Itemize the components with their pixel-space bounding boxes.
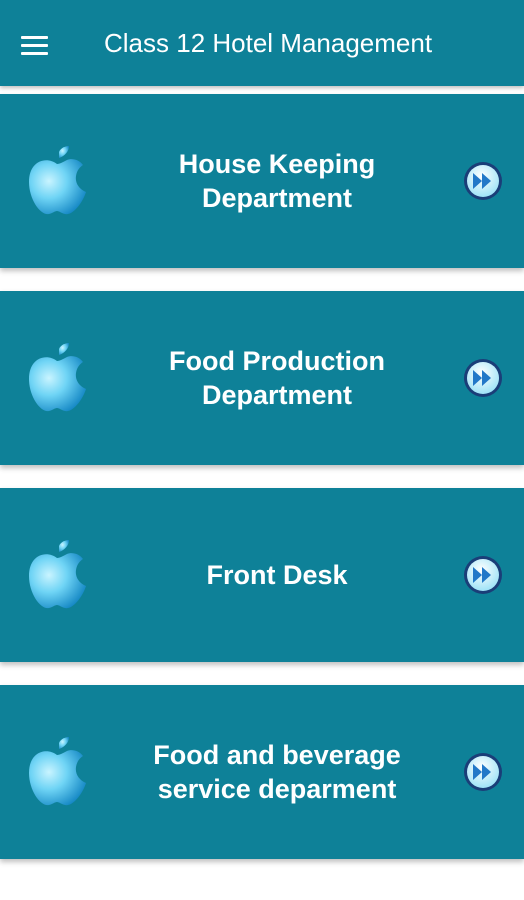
list-item-food-and-beverage[interactable]: Food and beverage service deparment bbox=[0, 685, 524, 859]
apple-icon bbox=[29, 343, 86, 412]
fast-forward-icon[interactable] bbox=[462, 751, 504, 793]
apple-icon bbox=[29, 540, 86, 609]
item-label: Food Production Department bbox=[169, 346, 385, 410]
apple-icon bbox=[29, 146, 86, 215]
fast-forward-icon[interactable] bbox=[462, 554, 504, 596]
item-label: Food and beverage service deparment bbox=[153, 740, 401, 804]
list-item-front-desk[interactable]: Front Desk bbox=[0, 488, 524, 662]
item-label: Front Desk bbox=[206, 560, 348, 590]
hamburger-menu-icon[interactable] bbox=[21, 36, 48, 56]
apple-icon bbox=[29, 737, 86, 806]
app-title: Class 12 Hotel Management bbox=[104, 28, 433, 58]
list-item-house-keeping[interactable]: House Keeping Department bbox=[0, 94, 524, 268]
app-bar: Class 12 Hotel Management bbox=[0, 0, 524, 86]
fast-forward-icon[interactable] bbox=[462, 357, 504, 399]
item-label: House Keeping Department bbox=[178, 149, 376, 213]
fast-forward-icon[interactable] bbox=[462, 160, 504, 202]
list-item-food-production[interactable]: Food Production Department bbox=[0, 291, 524, 465]
